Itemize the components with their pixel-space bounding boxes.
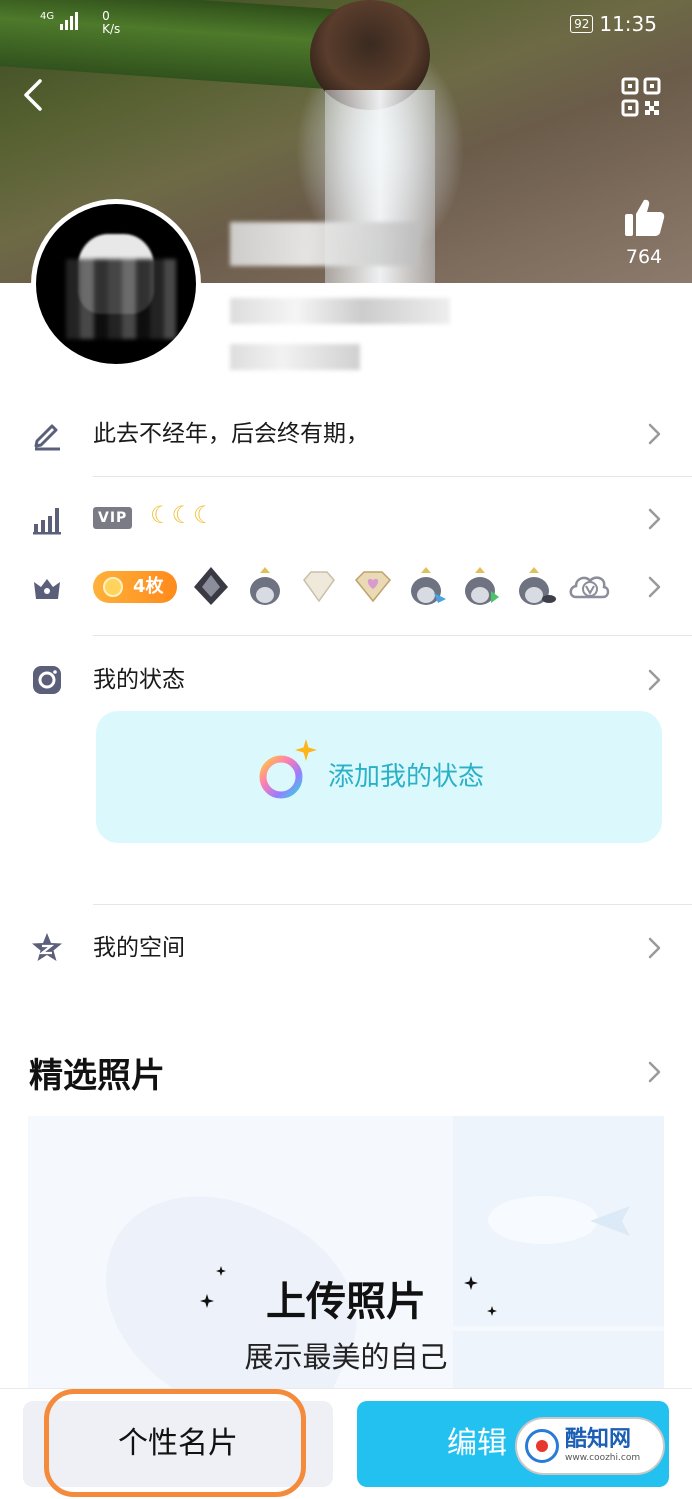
sparkle-icon <box>295 739 317 761</box>
network-type: 4G <box>40 11 55 22</box>
signature-text: 此去不经年，后会终有期， <box>93 421 369 447</box>
divider <box>93 635 692 636</box>
upload-photo-subtitle: 展示最美的自己 <box>244 1340 448 1374</box>
penguin-blue-badge-icon <box>411 567 446 605</box>
signal-icon <box>60 10 79 30</box>
status-bar: 4G 0 K/s 92 11:35 <box>0 0 692 50</box>
divider <box>93 904 692 905</box>
chevron-left-icon <box>24 79 42 111</box>
status-right: 92 11:35 <box>570 12 657 36</box>
net-speed-unit: K/s <box>102 22 121 36</box>
star-z-icon <box>32 933 62 961</box>
chevron-right-icon <box>648 508 661 530</box>
white-diamond-badge-icon <box>303 571 335 603</box>
my-status-row[interactable]: 我的状态 <box>0 650 692 710</box>
vip-row[interactable]: VIP ☾☾☾ <box>0 489 692 549</box>
edit-profile-label: 编辑 <box>447 1426 507 1461</box>
like-count: 764 <box>625 246 663 268</box>
net-speed: 0 K/s <box>102 10 120 36</box>
add-status-text: 添加我的状态 <box>328 762 485 792</box>
annotation-highlight <box>44 1389 306 1497</box>
my-space-label: 我的空间 <box>93 935 185 961</box>
chevron-right-icon <box>648 423 661 445</box>
fish-decoration <box>488 1196 598 1244</box>
penguin-green-badge-icon <box>465 567 499 605</box>
watermark-url: www.coozhi.com <box>565 1453 641 1463</box>
chevron-right-icon <box>648 937 661 959</box>
bottom-action-bar: 个性名片 编辑 酷知网 www.coozhi.com <box>0 1388 692 1499</box>
add-status-card[interactable]: 添加我的状态 <box>96 711 662 843</box>
qr-code-button[interactable] <box>620 76 662 118</box>
my-status-label: 我的状态 <box>93 667 185 693</box>
featured-photos-title: 精选照片 <box>29 1056 165 1096</box>
cloud-v-badge-icon <box>569 576 610 599</box>
status-left: 4G 0 K/s <box>40 10 120 36</box>
dark-crystal-badge-icon <box>194 567 228 605</box>
level-moons: ☾☾☾ <box>150 501 215 529</box>
nickname-blurred <box>230 222 420 266</box>
upload-photo-area[interactable]: 上传照片 展示最美的自己 <box>28 1116 664 1396</box>
watermark-logo: 酷知网 www.coozhi.com <box>515 1417 665 1475</box>
profile-meta-blurred <box>230 344 360 370</box>
medal-count-pill[interactable]: 4枚 <box>93 571 177 603</box>
pencil-icon <box>34 424 60 451</box>
level-chart-icon <box>33 508 61 535</box>
medal-coin-icon <box>103 577 123 597</box>
chevron-right-icon <box>648 576 661 598</box>
badge-list <box>188 563 612 609</box>
divider <box>93 476 692 477</box>
account-id-blurred <box>230 298 450 324</box>
watermark-emblem-icon <box>525 1429 559 1463</box>
medals-row[interactable]: 4枚 <box>0 557 692 617</box>
chevron-right-icon <box>648 669 661 691</box>
my-space-row[interactable]: 我的空间 <box>0 918 692 978</box>
clock: 11:35 <box>599 12 657 36</box>
avatar[interactable] <box>31 199 201 369</box>
heart-diamond-badge-icon <box>354 571 392 603</box>
camera-icon <box>33 666 61 694</box>
battery-indicator: 92 <box>570 15 594 33</box>
crown-icon <box>34 579 60 599</box>
penguin-badge-icon <box>250 567 280 605</box>
vip-tag: VIP <box>93 507 133 529</box>
thumbs-up-icon <box>625 199 665 236</box>
back-button[interactable] <box>18 75 54 115</box>
signature-row[interactable]: 此去不经年，后会终有期， <box>0 404 692 464</box>
penguin-dark-badge-icon <box>519 567 556 605</box>
qr-code-icon <box>621 77 661 117</box>
avatar-image <box>36 204 196 364</box>
chevron-right-icon[interactable] <box>645 1059 663 1085</box>
like-button[interactable]: 764 <box>620 196 668 268</box>
avatar-mosaic <box>66 259 176 339</box>
medal-count: 4枚 <box>133 576 164 597</box>
upload-photo-title: 上传照片 <box>266 1279 426 1325</box>
watermark-title: 酷知网 <box>565 1427 632 1452</box>
